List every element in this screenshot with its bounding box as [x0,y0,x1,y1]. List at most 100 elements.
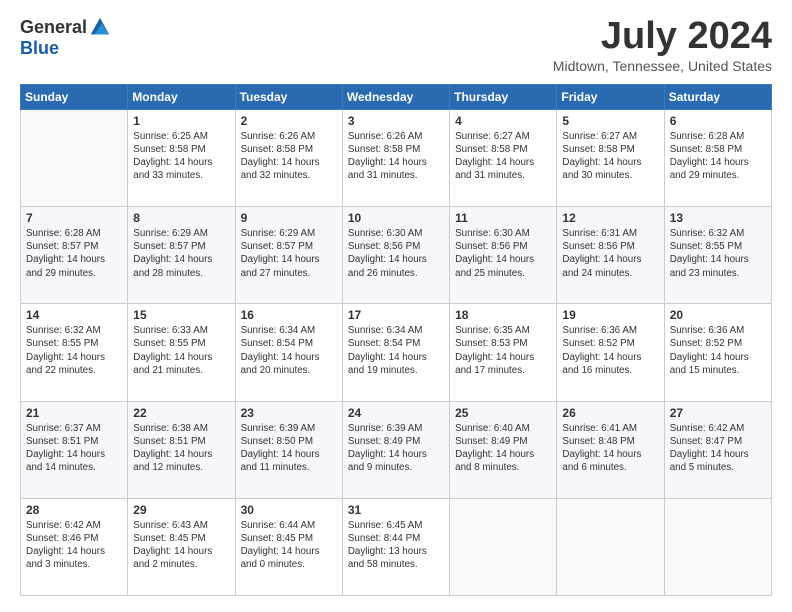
logo: General Blue [20,16,111,59]
day-number: 12 [562,211,658,225]
day-info: Sunrise: 6:33 AM Sunset: 8:55 PM Dayligh… [133,324,229,377]
day-info: Sunrise: 6:43 AM Sunset: 8:45 PM Dayligh… [133,519,229,572]
calendar-cell: 13 Sunrise: 6:32 AM Sunset: 8:55 PM Dayli… [664,207,771,304]
calendar-cell: 27 Sunrise: 6:42 AM Sunset: 8:47 PM Dayli… [664,401,771,498]
calendar-cell: 4Sunrise: 6:27 AM Sunset: 8:58 PM Daylig… [450,109,557,206]
day-info: Sunrise: 6:36 AM Sunset: 8:52 PM Dayligh… [670,324,766,377]
calendar-cell [21,109,128,206]
calendar-header-sunday: Sunday [21,84,128,109]
day-number: 11 [455,211,551,225]
day-info: Sunrise: 6:44 AM Sunset: 8:45 PM Dayligh… [241,519,337,572]
day-number: 27 [670,406,766,420]
day-info: Sunrise: 6:45 AM Sunset: 8:44 PM Dayligh… [348,519,444,572]
day-info: Sunrise: 6:32 AM Sunset: 8:55 PM Dayligh… [670,227,766,280]
day-number: 30 [241,503,337,517]
day-info: Sunrise: 6:30 AM Sunset: 8:56 PM Dayligh… [348,227,444,280]
calendar-cell: 6 Sunrise: 6:28 AM Sunset: 8:58 PM Daylig… [664,109,771,206]
logo-general-text: General [20,17,87,38]
day-info: Sunrise: 6:42 AM Sunset: 8:46 PM Dayligh… [26,519,122,572]
day-info: Sunrise: 6:35 AM Sunset: 8:53 PM Dayligh… [455,324,551,377]
calendar-cell [664,498,771,595]
day-info: Sunrise: 6:26 AM Sunset: 8:58 PM Dayligh… [241,130,337,183]
day-number: 22 [133,406,229,420]
day-info: Sunrise: 6:34 AM Sunset: 8:54 PM Dayligh… [241,324,337,377]
calendar-week-row: 21 Sunrise: 6:37 AM Sunset: 8:51 PM Dayli… [21,401,772,498]
calendar-header-friday: Friday [557,84,664,109]
day-number: 20 [670,308,766,322]
day-info: Sunrise: 6:36 AM Sunset: 8:52 PM Dayligh… [562,324,658,377]
calendar-cell: 25 Sunrise: 6:40 AM Sunset: 8:49 PM Dayli… [450,401,557,498]
calendar-cell: 20 Sunrise: 6:36 AM Sunset: 8:52 PM Dayli… [664,304,771,401]
day-info: Sunrise: 6:28 AM Sunset: 8:58 PM Dayligh… [670,130,766,183]
day-info: Sunrise: 6:25 AM Sunset: 8:58 PM Dayligh… [133,130,229,183]
calendar-header-monday: Monday [128,84,235,109]
day-number: 7 [26,211,122,225]
calendar-cell: 11 Sunrise: 6:30 AM Sunset: 8:56 PM Dayli… [450,207,557,304]
day-number: 28 [26,503,122,517]
day-info: Sunrise: 6:27 AM Sunset: 8:58 PM Dayligh… [455,130,551,183]
day-number: 1 [133,114,229,128]
day-info: Sunrise: 6:39 AM Sunset: 8:49 PM Dayligh… [348,422,444,475]
day-number: 9 [241,211,337,225]
calendar-cell: 22Sunrise: 6:38 AM Sunset: 8:51 PM Dayli… [128,401,235,498]
day-number: 8 [133,211,229,225]
day-info: Sunrise: 6:41 AM Sunset: 8:48 PM Dayligh… [562,422,658,475]
calendar-cell: 9 Sunrise: 6:29 AM Sunset: 8:57 PM Daylig… [235,207,342,304]
day-info: Sunrise: 6:27 AM Sunset: 8:58 PM Dayligh… [562,130,658,183]
day-number: 3 [348,114,444,128]
day-number: 25 [455,406,551,420]
calendar-header-wednesday: Wednesday [342,84,449,109]
calendar-cell: 3Sunrise: 6:26 AM Sunset: 8:58 PM Daylig… [342,109,449,206]
calendar-cell: 19 Sunrise: 6:36 AM Sunset: 8:52 PM Dayli… [557,304,664,401]
day-number: 26 [562,406,658,420]
day-number: 29 [133,503,229,517]
day-info: Sunrise: 6:42 AM Sunset: 8:47 PM Dayligh… [670,422,766,475]
calendar-header-tuesday: Tuesday [235,84,342,109]
subtitle: Midtown, Tennessee, United States [553,58,772,74]
day-number: 13 [670,211,766,225]
calendar-cell: 23Sunrise: 6:39 AM Sunset: 8:50 PM Dayli… [235,401,342,498]
logo-blue-text: Blue [20,38,59,59]
calendar-week-row: 28 Sunrise: 6:42 AM Sunset: 8:46 PM Dayli… [21,498,772,595]
day-number: 31 [348,503,444,517]
day-info: Sunrise: 6:30 AM Sunset: 8:56 PM Dayligh… [455,227,551,280]
logo-icon [89,16,111,38]
calendar-cell: 24 Sunrise: 6:39 AM Sunset: 8:49 PM Dayli… [342,401,449,498]
calendar-header-saturday: Saturday [664,84,771,109]
day-number: 6 [670,114,766,128]
day-info: Sunrise: 6:40 AM Sunset: 8:49 PM Dayligh… [455,422,551,475]
day-info: Sunrise: 6:29 AM Sunset: 8:57 PM Dayligh… [241,227,337,280]
title-section: July 2024 Midtown, Tennessee, United Sta… [553,16,772,74]
calendar-header-thursday: Thursday [450,84,557,109]
day-number: 14 [26,308,122,322]
day-number: 21 [26,406,122,420]
calendar-cell: 28 Sunrise: 6:42 AM Sunset: 8:46 PM Dayli… [21,498,128,595]
day-info: Sunrise: 6:37 AM Sunset: 8:51 PM Dayligh… [26,422,122,475]
calendar-cell: 10Sunrise: 6:30 AM Sunset: 8:56 PM Dayli… [342,207,449,304]
calendar-week-row: 1 Sunrise: 6:25 AM Sunset: 8:58 PM Daylig… [21,109,772,206]
day-number: 5 [562,114,658,128]
day-info: Sunrise: 6:31 AM Sunset: 8:56 PM Dayligh… [562,227,658,280]
calendar-cell: 31 Sunrise: 6:45 AM Sunset: 8:44 PM Dayli… [342,498,449,595]
calendar-cell: 21 Sunrise: 6:37 AM Sunset: 8:51 PM Dayli… [21,401,128,498]
header: General Blue July 2024 Midtown, Tennesse… [20,16,772,74]
calendar-cell: 5 Sunrise: 6:27 AM Sunset: 8:58 PM Daylig… [557,109,664,206]
day-number: 16 [241,308,337,322]
calendar-cell: 2 Sunrise: 6:26 AM Sunset: 8:58 PM Daylig… [235,109,342,206]
calendar-cell: 16 Sunrise: 6:34 AM Sunset: 8:54 PM Dayli… [235,304,342,401]
calendar-cell: 29 Sunrise: 6:43 AM Sunset: 8:45 PM Dayli… [128,498,235,595]
calendar-cell: 12 Sunrise: 6:31 AM Sunset: 8:56 PM Dayli… [557,207,664,304]
calendar-cell: 1 Sunrise: 6:25 AM Sunset: 8:58 PM Daylig… [128,109,235,206]
calendar-cell: 26 Sunrise: 6:41 AM Sunset: 8:48 PM Dayli… [557,401,664,498]
day-info: Sunrise: 6:29 AM Sunset: 8:57 PM Dayligh… [133,227,229,280]
calendar-cell: 15Sunrise: 6:33 AM Sunset: 8:55 PM Dayli… [128,304,235,401]
calendar-week-row: 7Sunrise: 6:28 AM Sunset: 8:57 PM Daylig… [21,207,772,304]
day-number: 23 [241,406,337,420]
day-number: 19 [562,308,658,322]
day-number: 24 [348,406,444,420]
page: General Blue July 2024 Midtown, Tennesse… [0,0,792,612]
calendar-cell [450,498,557,595]
calendar-week-row: 14Sunrise: 6:32 AM Sunset: 8:55 PM Dayli… [21,304,772,401]
day-number: 2 [241,114,337,128]
calendar-cell [557,498,664,595]
